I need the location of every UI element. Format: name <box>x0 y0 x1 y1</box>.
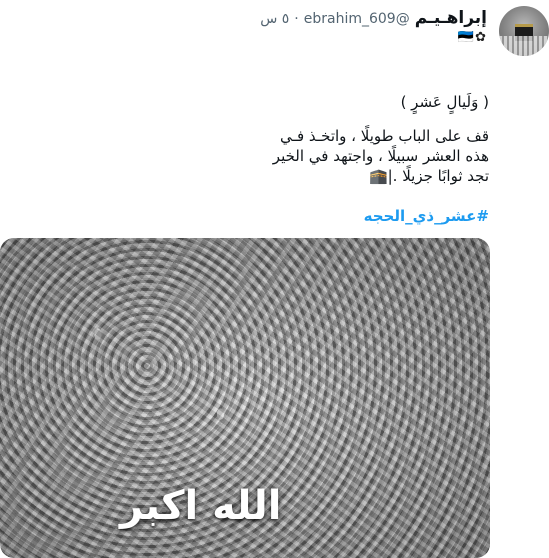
tweet-timestamp[interactable]: ٥ س <box>260 11 289 27</box>
tweet-text-line: هذه العشر سبيلًا ، واجتهد في الخير <box>272 147 489 165</box>
profile-badges: 🇪🇪✿ <box>457 30 487 45</box>
media-caption: الله اكبر <box>120 483 282 529</box>
separator-dot: · <box>294 11 299 27</box>
tweet[interactable]: إبراهـيـم @ebrahim_609 · ٥ س 🇪🇪✿ ( وَلَي… <box>0 0 549 558</box>
tweet-title-line: ( وَلَيالٍ عَشرٍ ) <box>400 93 489 111</box>
tweet-text-line: تجد ثوابًا جزيلًا .|🕋 <box>368 167 489 185</box>
user-handle[interactable]: @ebrahim_609 <box>304 11 410 27</box>
avatar[interactable] <box>499 6 549 56</box>
crowd-image <box>499 36 549 56</box>
tweet-header: إبراهـيـم @ebrahim_609 · ٥ س <box>260 8 487 28</box>
tweet-text-line: قف على الباب طويلًا ، واتخـذ فـي <box>280 127 489 145</box>
hashtag-link[interactable]: #عشر_ذي_الحجه <box>364 207 489 225</box>
display-name[interactable]: إبراهـيـم <box>415 8 487 28</box>
tweet-text: ( وَلَيالٍ عَشرٍ ) قف على الباب طويلًا ،… <box>69 92 489 186</box>
tweet-media-video[interactable]: الله اكبر <box>0 238 490 558</box>
